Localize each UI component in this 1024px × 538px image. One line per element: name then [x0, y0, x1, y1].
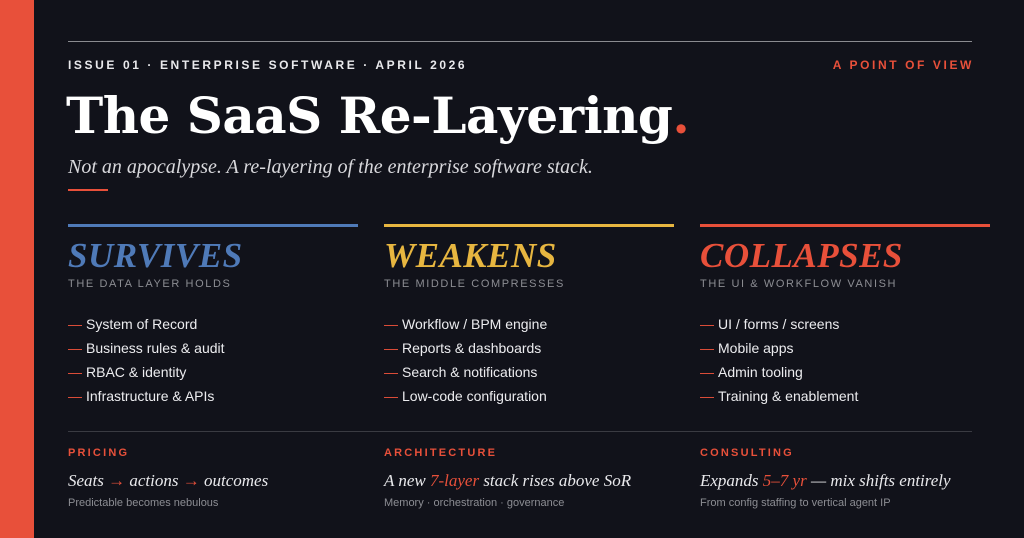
footer-highlight: 7-layer: [429, 471, 480, 490]
dash-icon: —: [384, 316, 398, 332]
list-item: — Workflow / BPM engine: [384, 316, 548, 332]
page-subtitle: Not an apocalypse. A re-layering of the …: [68, 156, 593, 178]
arrow-right-icon: →: [182, 471, 200, 490]
column-subheading: THE DATA LAYER HOLDS: [68, 278, 232, 290]
dash-icon: —: [700, 388, 714, 404]
list-item: — System of Record: [68, 316, 198, 332]
list-item: — UI / forms / screens: [700, 316, 840, 332]
column-heading: COLLAPSES: [700, 236, 903, 275]
column-weakens-bar: [384, 224, 674, 227]
footer-label: ARCHITECTURE: [384, 447, 498, 459]
footer-note: Memory · orchestration · governance: [384, 497, 565, 509]
column-subheading: THE MIDDLE COMPRESSES: [384, 278, 565, 290]
subtitle-underline: [68, 189, 108, 191]
dash-icon: —: [68, 364, 82, 380]
column-heading: WEAKENS: [384, 236, 557, 275]
column-collapses: COLLAPSES THE UI & WORKFLOW VANISH — UI /…: [700, 224, 990, 408]
column-list: — System of Record — Business rules & audi…: [68, 312, 358, 408]
column-heading: SURVIVES: [68, 236, 243, 275]
dash-icon: —: [700, 364, 714, 380]
dash-icon: —: [68, 316, 82, 332]
arrow-right-icon: →: [108, 471, 126, 490]
list-item: — Low-code configuration: [384, 388, 547, 404]
point-of-view-tag: A POINT OF VIEW: [832, 58, 974, 72]
list-item: — Infrastructure & APIs: [68, 388, 215, 404]
dash-icon: —: [700, 340, 714, 356]
footer-label: PRICING: [68, 447, 130, 459]
page-title: The SaaS Re-Layering.: [66, 86, 690, 145]
dash-icon: —: [700, 316, 714, 332]
list-item: — RBAC & identity: [68, 364, 187, 380]
column-subheading: THE UI & WORKFLOW VANISH: [700, 278, 898, 290]
list-item: — Mobile apps: [700, 340, 794, 356]
footer-headline: Seats → actions → outcomes: [68, 471, 269, 490]
footer-headline: Expands 5–7 yr — mix shifts entirely: [700, 471, 951, 490]
left-accent-bar: [0, 0, 34, 538]
column-collapses-bar: [700, 224, 990, 227]
column-list: — UI / forms / screens — Mobile apps — Admi…: [700, 312, 990, 408]
list-item: — Business rules & audit: [68, 340, 225, 356]
dash-icon: —: [384, 364, 398, 380]
page-title-text: The SaaS Re-Layering: [66, 86, 673, 145]
list-item: — Admin tooling: [700, 364, 803, 380]
footer-headline: A new 7-layer stack rises above SoR: [384, 471, 632, 490]
issue-meta: ISSUE 01 · ENTERPRISE SOFTWARE · APRIL 2…: [68, 58, 468, 72]
column-survives: SURVIVES THE DATA LAYER HOLDS — System of…: [68, 224, 358, 408]
title-dot: .: [672, 86, 690, 145]
list-item: — Training & enablement: [700, 388, 859, 404]
dash-icon: —: [68, 340, 82, 356]
dash-icon: —: [68, 388, 82, 404]
list-item: — Reports & dashboards: [384, 340, 542, 356]
list-item: — Search & notifications: [384, 364, 538, 380]
footer-pricing: PRICING Seats → actions → outcomes Predi…: [68, 447, 368, 509]
column-weakens: WEAKENS THE MIDDLE COMPRESSES — Workflow …: [384, 224, 674, 408]
top-divider: [68, 41, 972, 42]
footer-label: CONSULTING: [700, 447, 794, 459]
footer-highlight: 5–7 yr: [762, 471, 807, 490]
column-survives-bar: [68, 224, 358, 227]
dash-icon: —: [384, 388, 398, 404]
dash-icon: —: [384, 340, 398, 356]
column-list: — Workflow / BPM engine — Reports & dashbo…: [384, 312, 674, 408]
footer-note: Predictable becomes nebulous: [68, 497, 219, 509]
footer-divider: [68, 431, 972, 432]
footer-consulting: CONSULTING Expands 5–7 yr — mix shifts e…: [700, 447, 1000, 509]
footer-architecture: ARCHITECTURE A new 7-layer stack rises a…: [384, 447, 684, 509]
footer-note: From config staffing to vertical agent I…: [700, 497, 891, 509]
